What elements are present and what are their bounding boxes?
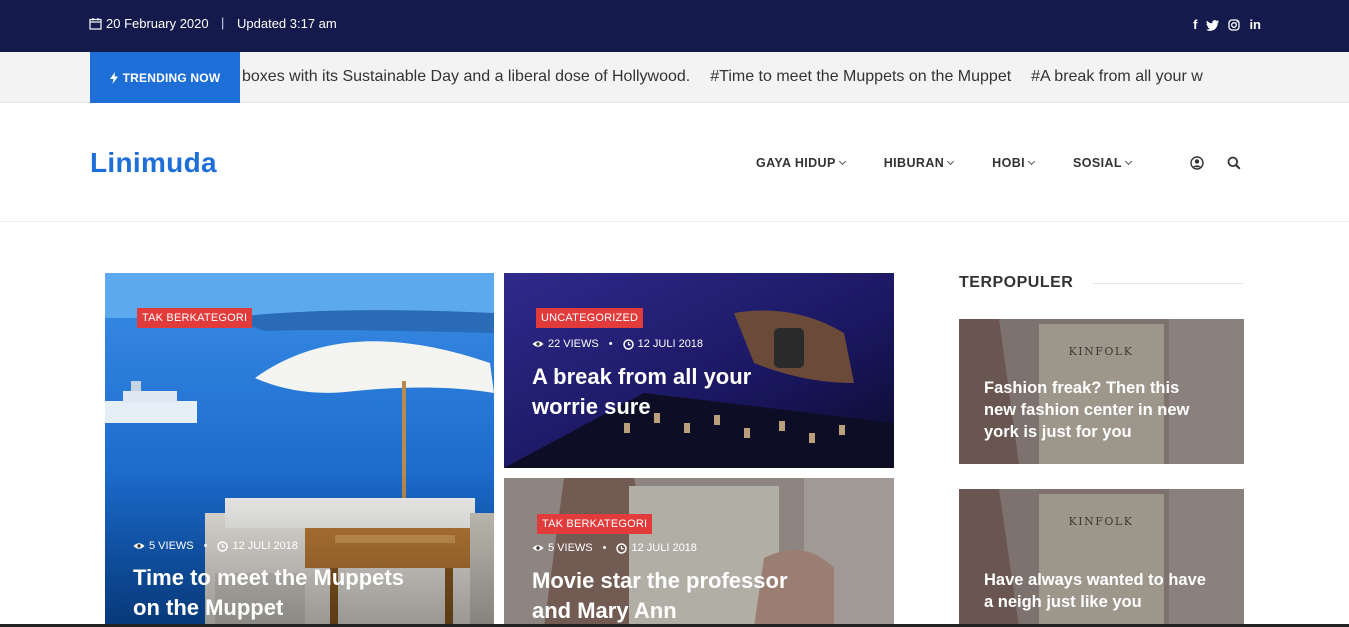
trending-label: TRENDING NOW — [122, 70, 221, 85]
updated-text: Updated 3:17 am — [237, 16, 337, 31]
sidebar-heading: TERPOPULER — [959, 274, 1074, 291]
trending-bar: TRENDING NOW boxes with its Sustainable … — [0, 52, 1349, 103]
calendar-icon — [89, 18, 102, 30]
clock-icon — [616, 542, 628, 554]
popular-post-title-line: new fashion center in new — [984, 401, 1190, 419]
popular-post-title[interactable]: Have always wanted to have a neigh just … — [984, 569, 1206, 613]
sidebar-divider — [1092, 283, 1244, 284]
kinfolk-wordmark: KINFOLK — [1069, 515, 1134, 528]
post-title-line: worrie sure — [532, 394, 651, 419]
popular-post-title-line: a neigh just like you — [984, 593, 1142, 611]
views-count: 5 VIEWS — [548, 542, 593, 554]
meta-dot: • — [203, 540, 208, 552]
date-text: 20 February 2020 — [106, 16, 209, 31]
popular-post[interactable]: KINFOLK Have always wanted to have a nei… — [959, 489, 1244, 627]
linkedin-icon[interactable]: in — [1249, 17, 1261, 33]
post-title-line: A break from all your — [532, 364, 752, 389]
date: 20 February 2020 — [89, 16, 209, 31]
facebook-icon[interactable]: f — [1193, 17, 1197, 33]
lightning-icon — [109, 71, 118, 84]
trending-item[interactable]: #Time to meet the Muppets on the Muppet — [710, 68, 1011, 86]
kinfolk-wordmark: KINFOLK — [1069, 345, 1134, 358]
popular-post-title[interactable]: Fashion freak? Then this new fashion cen… — [984, 377, 1189, 443]
popular-post-title-line: york is just for you — [984, 423, 1132, 441]
site-header: Linimuda GAYA HIDUP HIBURAN HOBI SOSIAL — [0, 103, 1349, 222]
post-title[interactable]: Time to meet the Muppets on the Muppet — [133, 563, 404, 623]
clock-icon — [217, 540, 229, 552]
separator: | — [221, 15, 225, 30]
category-badge[interactable]: TAK BERKATEGORI — [537, 514, 653, 534]
nav-label: HOBI — [992, 156, 1026, 170]
views-count: 22 VIEWS — [548, 338, 599, 350]
trending-item[interactable]: boxes with its Sustainable Day and a lib… — [242, 68, 690, 86]
post-meta: 22 VIEWS • 12 JULI 2018 — [532, 338, 703, 350]
nav-sosial[interactable]: SOSIAL — [1073, 156, 1133, 170]
twitter-icon[interactable] — [1206, 19, 1220, 31]
meta-dot: • — [602, 542, 607, 554]
post-date: 12 JULI 2018 — [631, 542, 697, 554]
post-card[interactable]: TAK BERKATEGORI 5 VIEWS • 12 JULI 2018 T… — [105, 273, 494, 627]
post-title[interactable]: A break from all your worrie sure — [532, 362, 751, 422]
post-date: 12 JULI 2018 — [232, 540, 298, 552]
eye-icon — [133, 543, 145, 549]
post-meta: 5 VIEWS • 12 JULI 2018 — [532, 542, 697, 554]
post-title-line: Movie star the professor — [532, 568, 788, 593]
trending-item[interactable]: #A break from all your w — [1031, 68, 1203, 86]
post-title-line: Time to meet the Muppets — [133, 565, 404, 590]
post-title-line: and Mary Ann — [532, 598, 677, 623]
nav-label: GAYA HIDUP — [756, 156, 836, 170]
instagram-icon[interactable] — [1228, 19, 1241, 31]
post-title[interactable]: Movie star the professor and Mary Ann — [532, 566, 788, 626]
social-links: f in — [1193, 17, 1261, 33]
post-title-line: on the Muppet — [133, 595, 284, 620]
chevron-down-icon — [1027, 157, 1036, 166]
clock-icon — [622, 338, 634, 350]
trending-ticker: boxes with its Sustainable Day and a lib… — [240, 52, 1260, 103]
nav-label: SOSIAL — [1073, 156, 1122, 170]
eye-icon — [532, 545, 544, 551]
category-badge[interactable]: TAK BERKATEGORI — [137, 308, 253, 328]
popular-post[interactable]: KINFOLK Fashion freak? Then this new fas… — [959, 319, 1244, 464]
chevron-down-icon — [838, 157, 846, 166]
post-card[interactable]: TAK BERKATEGORI 5 VIEWS • 12 JULI 2018 M… — [504, 478, 894, 627]
search-icon[interactable] — [1227, 156, 1241, 170]
top-bar: 20 February 2020 | Updated 3:17 am f in — [0, 0, 1349, 52]
views-count: 5 VIEWS — [149, 540, 194, 552]
nav-gaya-hidup[interactable]: GAYA HIDUP — [756, 156, 846, 170]
chevron-down-icon — [1124, 157, 1133, 166]
user-icon[interactable] — [1190, 156, 1204, 170]
site-logo[interactable]: Linimuda — [90, 147, 217, 179]
trending-badge: TRENDING NOW — [90, 52, 240, 103]
post-meta: 5 VIEWS • 12 JULI 2018 — [133, 540, 298, 552]
main-nav: GAYA HIDUP HIBURAN HOBI SOSIAL — [756, 156, 1133, 170]
category-badge[interactable]: UNCATEGORIZED — [536, 308, 644, 328]
meta-dot: • — [608, 338, 613, 350]
chevron-down-icon — [947, 157, 955, 166]
popular-post-title-line: Fashion freak? Then this — [984, 379, 1180, 397]
post-date: 12 JULI 2018 — [637, 338, 704, 350]
eye-icon — [532, 341, 544, 347]
nav-label: HIBURAN — [883, 156, 945, 170]
nav-hiburan[interactable]: HIBURAN — [883, 156, 955, 170]
post-card[interactable]: UNCATEGORIZED 22 VIEWS • 12 JULI 2018 A … — [504, 273, 894, 468]
nav-hobi[interactable]: HOBI — [992, 156, 1036, 170]
popular-post-title-line: Have always wanted to have — [984, 571, 1206, 589]
